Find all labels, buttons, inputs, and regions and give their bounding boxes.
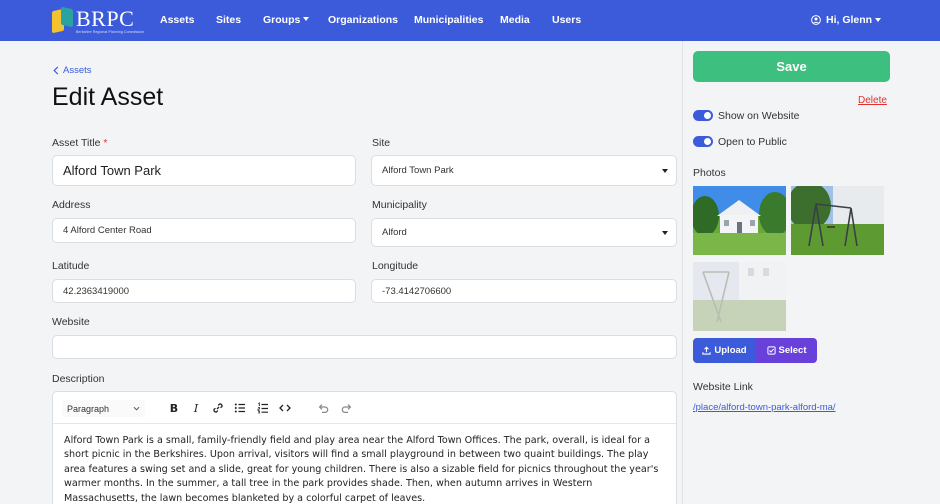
show-on-website-toggle[interactable] [693, 110, 713, 121]
latitude-label: Latitude [52, 260, 90, 272]
block-format-select[interactable]: Paragraph [62, 400, 145, 417]
description-editor: Paragraph B I Alford Town Park is a smal… [52, 391, 677, 504]
logo-mark-icon [52, 6, 74, 34]
required-mark: * [103, 137, 108, 149]
select-caret-icon [662, 168, 668, 173]
italic-icon[interactable]: I [189, 401, 203, 415]
page-title: Edit Asset [52, 83, 164, 111]
photo-thumbnail[interactable] [693, 186, 786, 255]
photo-thumbnail[interactable] [693, 262, 786, 331]
user-menu-dropdown[interactable]: Hi, Glenn [811, 14, 882, 26]
upload-button[interactable]: Upload [693, 338, 756, 363]
undo-icon[interactable] [316, 401, 330, 415]
nav-assets[interactable]: Assets [160, 14, 194, 26]
numbered-list-icon[interactable] [256, 401, 270, 415]
redo-icon[interactable] [340, 401, 354, 415]
caret-down-icon [875, 18, 882, 22]
select-button[interactable]: Select [756, 338, 817, 363]
bold-icon[interactable]: B [167, 401, 181, 415]
save-button[interactable]: Save [693, 51, 890, 82]
website-link-heading: Website Link [693, 381, 753, 393]
sidebar-divider [682, 41, 683, 504]
address-label: Address [52, 199, 91, 211]
breadcrumb-back-link[interactable]: Assets [53, 65, 92, 76]
select-label: Select [778, 345, 807, 356]
nav-users[interactable]: Users [552, 14, 581, 26]
nav-groups-label: Groups [263, 14, 301, 26]
delete-link[interactable]: Delete [858, 95, 887, 106]
site-select-value: Alford Town Park [382, 165, 454, 176]
description-label: Description [52, 373, 105, 385]
site-label: Site [372, 137, 391, 149]
code-icon[interactable] [278, 401, 292, 415]
chevron-down-icon [133, 406, 140, 411]
website-label: Website [52, 316, 90, 328]
municipality-label: Municipality [372, 199, 427, 211]
open-to-public-label: Open to Public [718, 136, 787, 148]
top-navbar: BRPC Berkshire Regional Planning Commiss… [0, 0, 940, 41]
municipality-select[interactable]: Alford [371, 218, 677, 247]
nav-municipalities[interactable]: Municipalities [414, 14, 483, 26]
breadcrumb-label: Assets [63, 65, 92, 76]
link-icon[interactable] [211, 401, 225, 415]
site-select[interactable]: Alford Town Park [371, 155, 677, 186]
logo-tagline: Berkshire Regional Planning Commission [76, 30, 145, 34]
description-text[interactable]: Alford Town Park is a small, family-frie… [64, 434, 667, 504]
brpc-logo[interactable]: BRPC Berkshire Regional Planning Commiss… [52, 6, 145, 35]
open-to-public-toggle[interactable] [693, 136, 713, 147]
editor-toolbar: Paragraph B I [53, 392, 676, 424]
upload-label: Upload [714, 345, 747, 356]
latitude-input[interactable]: 42.2363419000 [52, 279, 356, 303]
chevron-left-icon [53, 66, 59, 75]
asset-title-input[interactable]: Alford Town Park [52, 155, 356, 186]
show-on-website-label: Show on Website [718, 110, 800, 122]
user-greeting: Hi, Glenn [826, 14, 873, 26]
nav-groups-dropdown[interactable]: Groups [263, 14, 310, 26]
caret-down-icon [303, 17, 310, 21]
website-link[interactable]: /place/alford-town-park-alford-ma/ [693, 402, 836, 413]
nav-media[interactable]: Media [500, 14, 530, 26]
asset-title-label: Asset Title * [52, 137, 107, 149]
logo-wordmark: BRPC [76, 6, 135, 31]
nav-organizations[interactable]: Organizations [328, 14, 398, 26]
upload-icon [702, 346, 712, 355]
address-input[interactable]: 4 Alford Center Road [52, 218, 356, 243]
longitude-input[interactable]: -73.4142706600 [371, 279, 677, 303]
photo-thumbnail[interactable] [791, 186, 884, 255]
user-circle-icon [811, 15, 821, 25]
nav-sites[interactable]: Sites [216, 14, 241, 26]
website-input[interactable] [52, 335, 677, 359]
photos-heading: Photos [693, 167, 726, 179]
bulleted-list-icon[interactable] [233, 401, 247, 415]
longitude-label: Longitude [372, 260, 419, 272]
municipality-select-value: Alford [382, 227, 407, 238]
check-square-icon [766, 346, 776, 355]
select-caret-icon [662, 230, 668, 235]
asset-title-label-text: Asset Title [52, 137, 101, 149]
block-format-value: Paragraph [67, 403, 110, 414]
